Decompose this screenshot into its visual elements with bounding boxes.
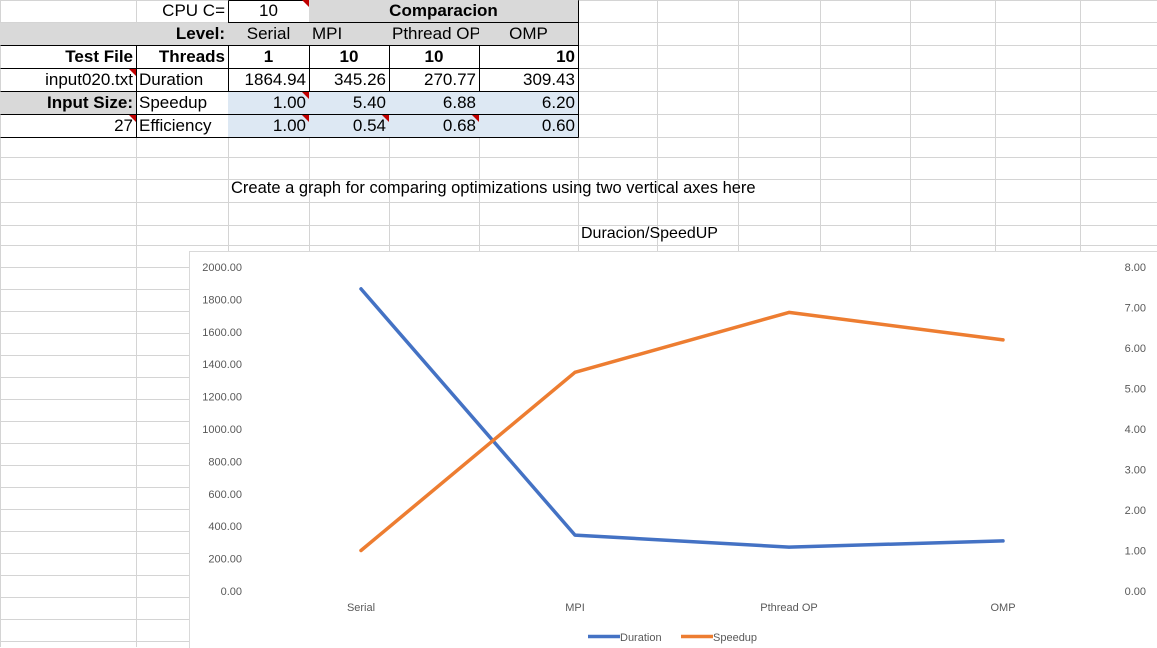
- level-pthread[interactable]: Pthread OP: [389, 23, 479, 45]
- efficiency-pthread[interactable]: 0.68: [389, 115, 479, 137]
- speedup-pthread[interactable]: 6.88: [389, 92, 479, 114]
- cpu-value-cell[interactable]: 10: [228, 0, 309, 22]
- threads-mpi[interactable]: 10: [309, 46, 389, 68]
- duration-pthread[interactable]: 270.77: [389, 69, 479, 91]
- threads-label[interactable]: Threads: [136, 46, 228, 68]
- file-name-cell[interactable]: input020.txt: [0, 69, 136, 91]
- comment-indicator[interactable]: [302, 115, 309, 122]
- threads-omp[interactable]: 10: [479, 46, 578, 68]
- speedup-mpi[interactable]: 5.40: [309, 92, 389, 114]
- comment-indicator[interactable]: [129, 115, 136, 122]
- duration-serial[interactable]: 1864.94: [228, 69, 309, 91]
- efficiency-serial[interactable]: 1.00: [228, 115, 309, 137]
- duration-omp[interactable]: 309.43: [479, 69, 578, 91]
- cpu-label[interactable]: CPU C=: [136, 0, 228, 22]
- input-size-value[interactable]: 27: [0, 115, 136, 137]
- header-spacer-cell[interactable]: [0, 23, 136, 45]
- level-omp[interactable]: OMP: [479, 23, 578, 45]
- chart-title[interactable]: Duracion/SpeedUP: [581, 225, 781, 243]
- level-label[interactable]: Level:: [136, 23, 228, 45]
- comment-indicator[interactable]: [382, 115, 389, 122]
- comment-indicator[interactable]: [302, 0, 309, 7]
- efficiency-label[interactable]: Efficiency: [136, 115, 228, 137]
- duration-label[interactable]: Duration: [136, 69, 228, 91]
- efficiency-omp[interactable]: 0.60: [479, 115, 578, 137]
- test-file-label[interactable]: Test File: [0, 46, 136, 68]
- comparacion-header[interactable]: Comparacion: [309, 0, 578, 22]
- comment-indicator[interactable]: [472, 115, 479, 122]
- speedup-serial[interactable]: 1.00: [228, 92, 309, 114]
- speedup-omp[interactable]: 6.20: [479, 92, 578, 114]
- instruction-note[interactable]: Create a graph for comparing optimizatio…: [231, 179, 931, 198]
- threads-serial[interactable]: 1: [228, 46, 309, 68]
- speedup-label[interactable]: Speedup: [136, 92, 228, 114]
- level-mpi[interactable]: MPI: [309, 23, 389, 45]
- efficiency-mpi[interactable]: 0.54: [309, 115, 389, 137]
- duration-mpi[interactable]: 345.26: [309, 69, 389, 91]
- threads-pthread[interactable]: 10: [389, 46, 479, 68]
- comment-indicator[interactable]: [302, 92, 309, 99]
- comment-indicator[interactable]: [129, 69, 136, 76]
- chart-area[interactable]: [189, 251, 1157, 648]
- level-serial[interactable]: Serial: [228, 23, 309, 45]
- input-size-label[interactable]: Input Size:: [0, 92, 136, 114]
